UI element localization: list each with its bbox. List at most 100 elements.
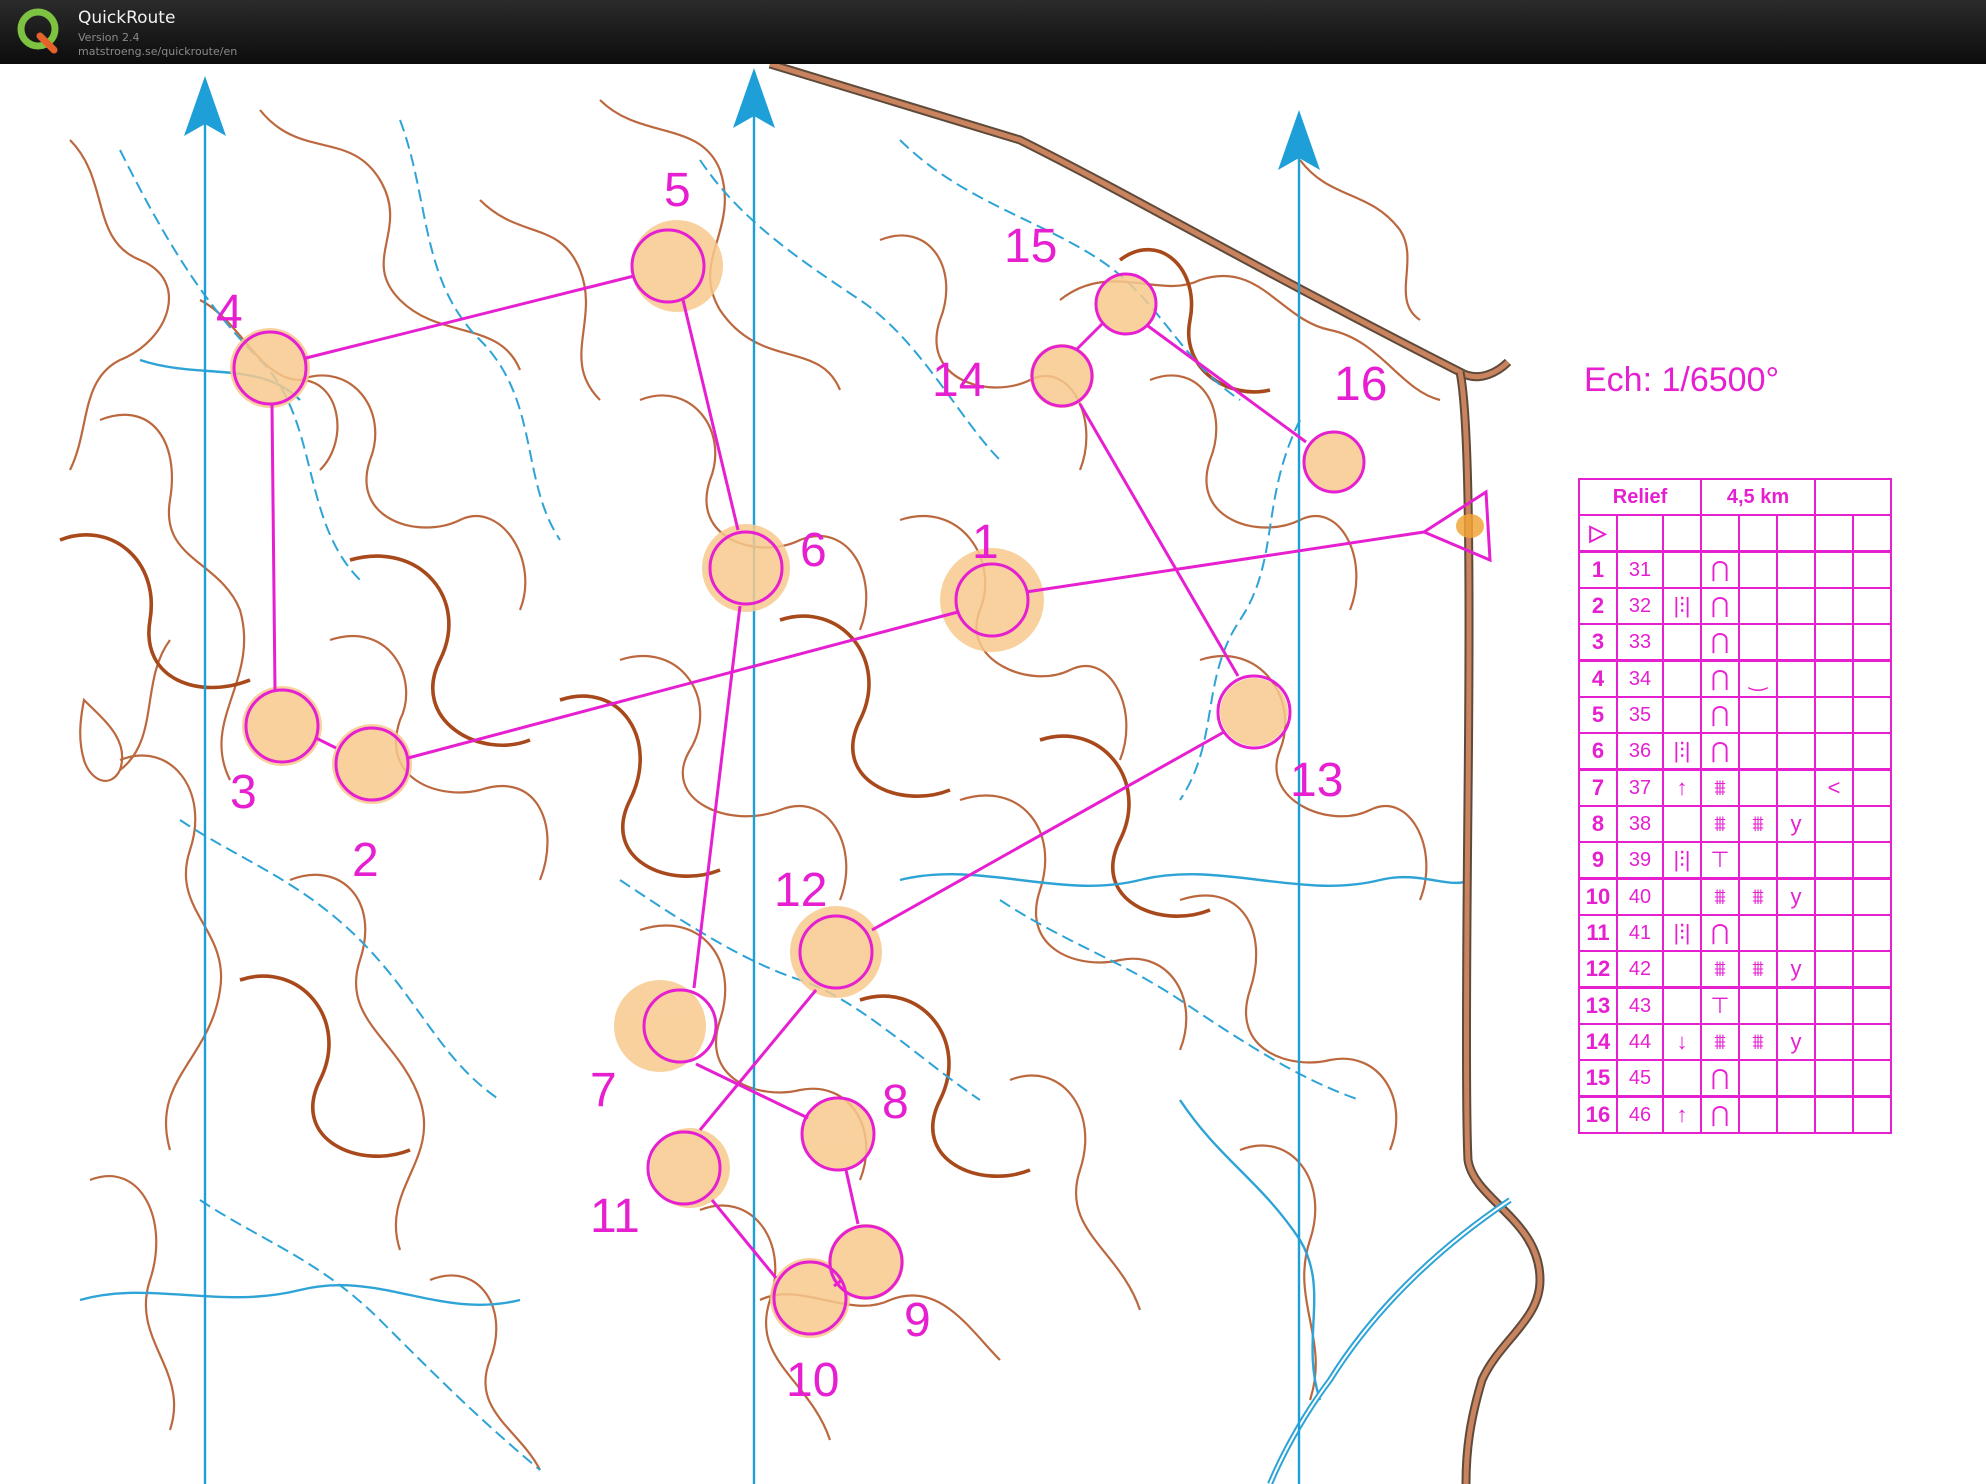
legend-row-symbol	[1738, 696, 1778, 734]
legend-row-code: 46	[1616, 1095, 1664, 1134]
app-version: Version 2.4	[78, 31, 140, 44]
legend-row-symbol: ⋂	[1700, 914, 1740, 952]
legend-row-symbol: ⊤	[1700, 986, 1740, 1025]
legend-row-symbol	[1738, 550, 1778, 589]
legend-row-symbol: ⩩	[1700, 768, 1740, 807]
legend-row-symbol	[1662, 696, 1702, 734]
legend-row-symbol	[1662, 805, 1702, 843]
legend-row-symbol	[1738, 1095, 1778, 1134]
control-number: 1	[972, 516, 999, 569]
app-header: QuickRoute Version 2.4 matstroeng.se/qui…	[0, 0, 1986, 64]
legend-row-symbol: ⩩	[1700, 950, 1740, 989]
legend-row-symbol: ⋂	[1700, 1095, 1740, 1134]
legend-row-symbol: ⋂	[1700, 587, 1740, 625]
legend-row-symbol	[1814, 623, 1854, 662]
legend-row-code: 40	[1616, 877, 1664, 916]
legend-row-number: 4	[1578, 659, 1618, 698]
legend-row-symbol	[1776, 623, 1816, 662]
legend-row-symbol	[1814, 1059, 1854, 1098]
control-number: 8	[882, 1076, 909, 1129]
legend-row-number: 8	[1578, 805, 1618, 843]
legend-row-symbol: |⫶|	[1662, 914, 1702, 952]
legend-row-symbol	[1776, 732, 1816, 771]
orienteering-map[interactable]: 1 2 3 4 5 6 7 8 9 10 11 12 13 14 15 16 E…	[0, 64, 1986, 1484]
control-number: 12	[774, 864, 827, 917]
legend-row-code: 44	[1616, 1023, 1664, 1061]
legend-row-symbol: ⋂	[1700, 696, 1740, 734]
legend-row-number: 5	[1578, 696, 1618, 734]
legend-row-symbol: |⫶|	[1662, 841, 1702, 880]
legend-row-code: 42	[1616, 950, 1664, 989]
legend-row-symbol	[1738, 1059, 1778, 1098]
app-url[interactable]: matstroeng.se/quickroute/en	[78, 45, 237, 58]
legend-row-symbol	[1738, 768, 1778, 807]
legend-row-symbol	[1662, 950, 1702, 989]
legend-row-symbol	[1776, 986, 1816, 1025]
legend-row-code: 38	[1616, 805, 1664, 843]
legend-row-symbol	[1776, 841, 1816, 880]
control-number: 11	[590, 1190, 640, 1243]
legend-row-number: 12	[1578, 950, 1618, 989]
legend-row-code: 39	[1616, 841, 1664, 880]
legend-row-symbol: ‿	[1738, 659, 1778, 698]
legend-row-symbol: ⋂	[1700, 550, 1740, 589]
control-number: 7	[590, 1064, 617, 1117]
legend-row-symbol	[1776, 1059, 1816, 1098]
legend-row-number: 9	[1578, 841, 1618, 880]
legend-row-symbol: y	[1776, 805, 1816, 843]
legend-row-symbol	[1776, 768, 1816, 807]
legend-row-number: 10	[1578, 877, 1618, 916]
legend-row-code: 37	[1616, 768, 1664, 807]
control-number: 2	[352, 834, 379, 887]
legend-row-symbol: y	[1776, 877, 1816, 916]
legend-row-number: 16	[1578, 1095, 1618, 1134]
control-number: 6	[800, 524, 827, 577]
legend-row-symbol	[1662, 550, 1702, 589]
legend-row-code: 31	[1616, 550, 1664, 589]
legend-row-symbol	[1776, 914, 1816, 952]
control-number: 14	[932, 354, 985, 407]
legend-row-code: 32	[1616, 587, 1664, 625]
legend-row-symbol: ⋂	[1700, 1059, 1740, 1098]
control-number: 4	[216, 286, 243, 339]
legend-row-symbol	[1776, 659, 1816, 698]
legend-row-number: 7	[1578, 768, 1618, 807]
control-number: 3	[230, 766, 257, 819]
legend-row-symbol: ⩩	[1700, 805, 1740, 843]
control-description-sheet: Relief 4,5 km ▷ 1 31 ⋂ 2 32 |⫶| ⋂ 3 33 ⋂…	[1578, 478, 1892, 1134]
legend-row-symbol: ⩩	[1738, 950, 1778, 989]
start-symbol-icon: ▷	[1578, 514, 1618, 553]
legend-row-symbol	[1738, 841, 1778, 880]
legend-row-symbol: ⩩	[1738, 805, 1778, 843]
legend-row-symbol	[1738, 914, 1778, 952]
legend-row-symbol	[1776, 1095, 1816, 1134]
app-title: QuickRoute	[78, 8, 176, 28]
control-number: 16	[1334, 358, 1387, 411]
legend-row-symbol: ↑	[1662, 1095, 1702, 1134]
legend-row-symbol	[1738, 587, 1778, 625]
legend-header-event: Relief	[1578, 478, 1702, 516]
legend-row-symbol	[1814, 805, 1854, 843]
legend-row-number: 6	[1578, 732, 1618, 771]
legend-row-symbol: ⊤	[1700, 841, 1740, 880]
legend-row-symbol	[1814, 659, 1854, 698]
legend-row-symbol: ⋂	[1700, 623, 1740, 662]
legend-row-symbol	[1738, 623, 1778, 662]
legend-row-code: 36	[1616, 732, 1664, 771]
legend-row-number: 13	[1578, 986, 1618, 1025]
legend-row-symbol	[1662, 877, 1702, 916]
legend-row-symbol: ⩩	[1738, 877, 1778, 916]
control-number: 13	[1290, 754, 1343, 807]
legend-row-symbol	[1814, 877, 1854, 916]
legend-row-symbol	[1814, 550, 1854, 589]
legend-row-symbol	[1662, 659, 1702, 698]
legend-row-number: 14	[1578, 1023, 1618, 1061]
legend-row-number: 15	[1578, 1059, 1618, 1098]
control-number: 9	[904, 1294, 931, 1347]
legend-row-symbol: ⋂	[1700, 659, 1740, 698]
control-number: 10	[786, 1354, 839, 1407]
legend-header-length: 4,5 km	[1700, 478, 1816, 516]
legend-row-symbol	[1814, 696, 1854, 734]
legend-row-number: 2	[1578, 587, 1618, 625]
legend-row-symbol	[1814, 914, 1854, 952]
